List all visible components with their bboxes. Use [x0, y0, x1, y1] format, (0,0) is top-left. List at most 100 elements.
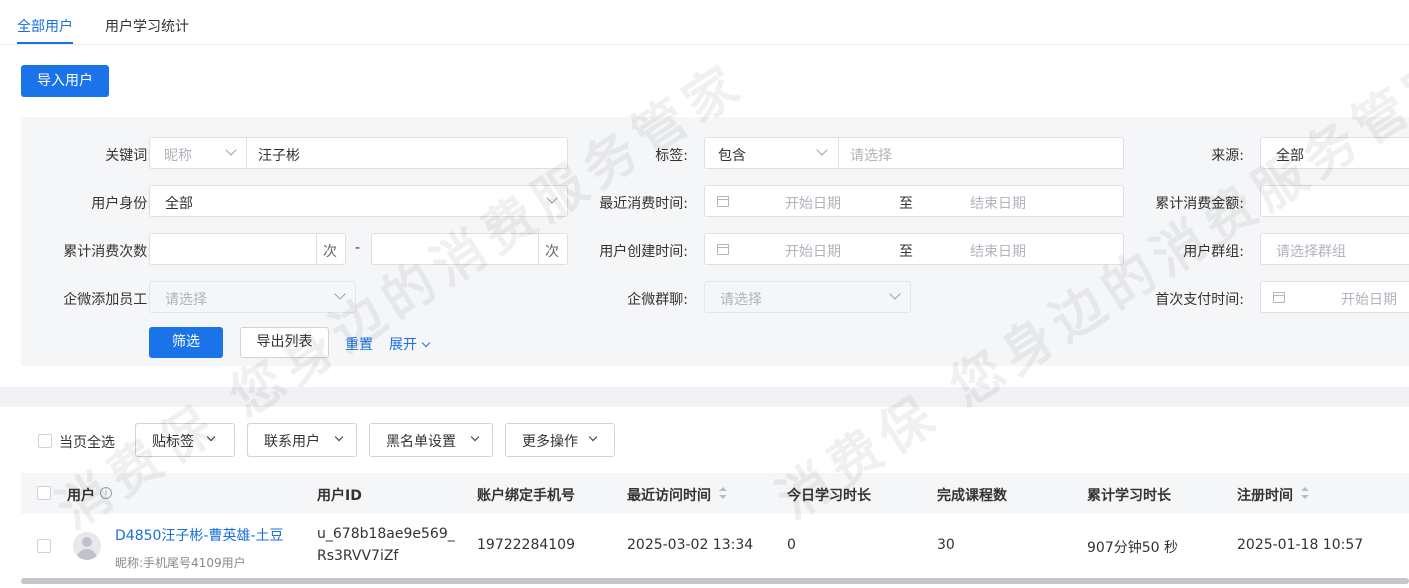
end-date-input[interactable]: 结束日期: [970, 193, 1026, 213]
today-study-cell: 0: [787, 537, 796, 553]
col-last-visit[interactable]: 最近访问时间: [627, 485, 711, 505]
tab-user-study-stats[interactable]: 用户学习统计: [105, 16, 189, 36]
col-register-time[interactable]: 注册时间: [1237, 485, 1293, 505]
add-tag-dropdown[interactable]: 贴标签: [135, 423, 235, 457]
contact-user-dropdown[interactable]: 联系用户: [247, 423, 357, 457]
source-select[interactable]: 全部: [1260, 137, 1409, 169]
source-label: 来源:: [1211, 148, 1244, 164]
filter-panel: 关键词: 昵称 汪子彬 标签: 包含 请选择 来源: 全部 用户身份: 全部 最…: [21, 117, 1409, 366]
calendar-icon: [1273, 292, 1285, 303]
courses-done-cell: 30: [937, 537, 955, 553]
register-time-cell: 2025-01-18 10:57: [1237, 537, 1364, 553]
keyword-type-select[interactable]: 昵称: [150, 138, 246, 168]
wecom-staff-select[interactable]: 请选择: [149, 281, 356, 313]
col-user: 用户: [67, 488, 95, 504]
filter-button[interactable]: 筛选: [149, 327, 223, 358]
chevron-down-icon: [470, 432, 480, 442]
chevron-down-icon: [334, 432, 344, 442]
tab-bar: 全部用户 用户学习统计: [0, 0, 1409, 45]
chevron-down-icon: [421, 338, 431, 348]
total-consume-amount-label: 累计消费金额:: [1155, 196, 1244, 212]
table-row: D4850汪子彬-曹英雄-土豆 昵称:手机尾号4109用户 u_678b18ae…: [21, 514, 1409, 580]
add-tag-label: 贴标签: [152, 434, 194, 450]
total-consume-amount-input[interactable]: [1260, 185, 1409, 217]
wecom-group-select[interactable]: 请选择: [704, 281, 911, 313]
unit-label: 次: [323, 244, 337, 260]
row-checkbox[interactable]: [37, 539, 51, 553]
select-all-checkbox[interactable]: [37, 486, 51, 500]
keyword-field: 昵称 汪子彬: [149, 137, 568, 169]
more-actions-dropdown[interactable]: 更多操作: [505, 423, 615, 457]
phone-cell: 19722284109: [477, 537, 575, 553]
col-user-id: 用户ID: [317, 488, 362, 504]
divider: [316, 234, 317, 264]
top-card: 全部用户 用户学习统计 导入用户 关键词: 昵称 汪子彬 标签: 包含 请选择 …: [0, 0, 1409, 387]
tag-mode-select[interactable]: 包含: [705, 138, 838, 168]
horizontal-scrollbar[interactable]: [21, 578, 1409, 584]
divider: [538, 234, 539, 264]
user-id-line1: u_678b18ae9e569_: [317, 526, 455, 542]
unit-label: 次: [545, 244, 559, 260]
user-nickname: 昵称:手机尾号4109用户: [115, 556, 246, 570]
first-pay-date-range[interactable]: 开始日期: [1260, 281, 1409, 313]
keyword-type-value: 昵称: [164, 148, 192, 164]
wecom-staff-placeholder: 请选择: [165, 292, 207, 308]
chevron-down-icon: [816, 144, 828, 156]
col-total-study: 累计学习时长: [1087, 488, 1171, 504]
user-group-select[interactable]: 请选择群组: [1260, 233, 1409, 265]
more-actions-label: 更多操作: [522, 434, 578, 450]
last-visit-cell: 2025-03-02 13:34: [627, 537, 754, 553]
avatar-body: [77, 549, 97, 560]
blacklist-dropdown[interactable]: 黑名单设置: [369, 423, 493, 457]
info-icon[interactable]: i: [100, 487, 112, 499]
chevron-down-icon: [206, 432, 216, 442]
consume-count-min-input[interactable]: 次: [149, 233, 346, 265]
blacklist-label: 黑名单设置: [386, 434, 456, 450]
start-date-input[interactable]: 开始日期: [785, 193, 841, 213]
tag-select[interactable]: 请选择: [850, 145, 892, 165]
user-name-link[interactable]: D4850汪子彬-曹英雄-土豆: [115, 525, 284, 545]
select-page-label: 当页全选: [59, 435, 115, 451]
user-id-line2: Rs3RVV7iZf: [317, 548, 399, 564]
chevron-down-icon: [889, 288, 901, 300]
user-created-time-label: 用户创建时间:: [599, 244, 688, 260]
user-list-card: 当页全选 贴标签 联系用户 黑名单设置 更多操作 用户 i 用户ID 账户绑定手…: [0, 407, 1409, 588]
select-page-checkbox[interactable]: [38, 434, 52, 448]
identity-select[interactable]: 全部: [149, 185, 568, 217]
chevron-down-icon: [588, 432, 598, 442]
sort-icon[interactable]: [719, 487, 727, 499]
divider: [246, 138, 247, 168]
avatar-head: [82, 537, 92, 547]
total-consume-count-label: 累计消费次数:: [63, 244, 152, 260]
keyword-input[interactable]: 汪子彬: [258, 145, 300, 165]
export-list-button[interactable]: 导出列表: [240, 327, 329, 358]
end-date-input[interactable]: 结束日期: [970, 241, 1026, 261]
user-created-date-range[interactable]: 开始日期 至 结束日期: [704, 233, 1124, 265]
user-group-placeholder: 请选择群组: [1276, 244, 1346, 260]
start-date-input[interactable]: 开始日期: [1341, 289, 1397, 309]
wecom-staff-label: 企微添加员工:: [63, 292, 152, 308]
last-consume-date-range[interactable]: 开始日期 至 结束日期: [704, 185, 1124, 217]
tag-mode-value: 包含: [718, 148, 746, 164]
col-phone: 账户绑定手机号: [477, 488, 575, 504]
expand-link[interactable]: 展开: [389, 334, 431, 354]
consume-count-max-input[interactable]: 次: [371, 233, 568, 265]
range-separator: 至: [899, 196, 913, 212]
chevron-down-icon: [546, 192, 558, 204]
reset-link[interactable]: 重置: [345, 334, 373, 354]
import-users-button[interactable]: 导入用户: [21, 65, 109, 97]
chevron-down-icon: [334, 288, 346, 300]
sort-icon[interactable]: [1301, 487, 1309, 499]
last-consume-time-label: 最近消费时间:: [599, 196, 688, 212]
contact-user-label: 联系用户: [264, 434, 320, 450]
calendar-icon: [717, 196, 729, 207]
keyword-label: 关键词:: [105, 148, 152, 164]
expand-label: 展开: [389, 337, 417, 353]
tab-all-users[interactable]: 全部用户: [17, 16, 73, 36]
source-value: 全部: [1276, 148, 1304, 164]
tag-label: 标签:: [655, 148, 688, 164]
user-group-label: 用户群组:: [1183, 244, 1244, 260]
start-date-input[interactable]: 开始日期: [785, 241, 841, 261]
range-dash: -: [355, 240, 361, 256]
wecom-group-placeholder: 请选择: [720, 292, 762, 308]
